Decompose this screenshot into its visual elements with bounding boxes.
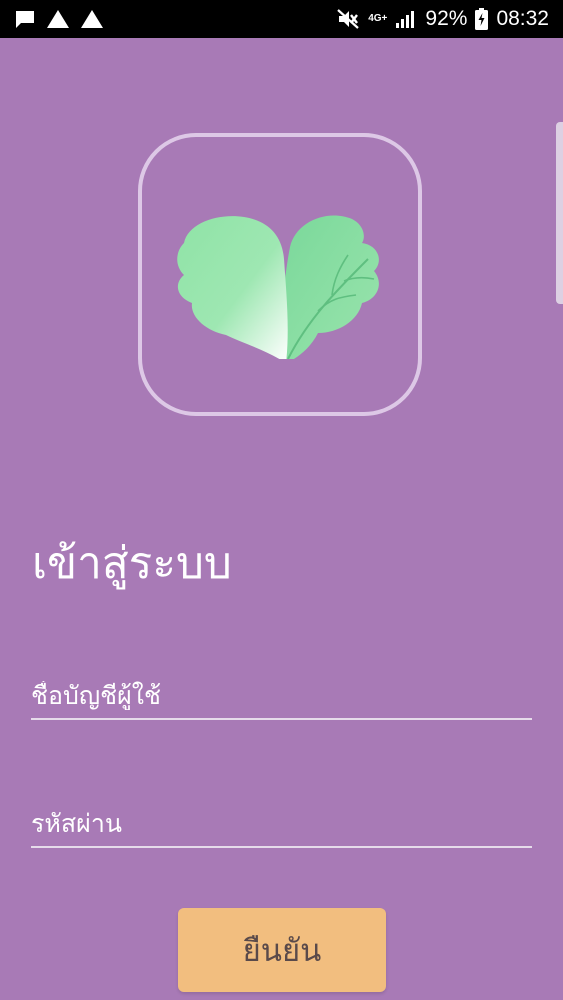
login-screen: เข้าสู่ระบบ ยืนยัน	[0, 38, 563, 1000]
warning-triangle-icon	[81, 10, 103, 28]
mute-icon	[337, 9, 359, 29]
message-icon	[16, 11, 34, 28]
page-title: เข้าสู่ระบบ	[32, 538, 232, 589]
username-input[interactable]	[31, 681, 532, 710]
password-input[interactable]	[31, 809, 532, 838]
app-logo	[138, 133, 422, 416]
network-type-label: 4G+	[368, 13, 388, 24]
scrollbar[interactable]	[556, 122, 563, 304]
warning-triangle-icon	[47, 10, 69, 28]
password-field[interactable]	[31, 790, 532, 848]
username-field[interactable]	[31, 662, 532, 720]
signal-strength-icon	[396, 11, 415, 28]
status-time: 08:32	[496, 7, 549, 30]
status-bar: 4G+ 92% 08:32	[0, 0, 563, 38]
battery-percent: 92%	[425, 7, 468, 30]
leaf-heart-logo-icon	[177, 215, 379, 359]
status-bar-left	[14, 9, 104, 29]
confirm-button[interactable]: ยืนยัน	[178, 908, 386, 992]
battery-charging-icon	[475, 8, 489, 30]
status-bar-right: 4G+ 92% 08:32	[336, 7, 549, 31]
